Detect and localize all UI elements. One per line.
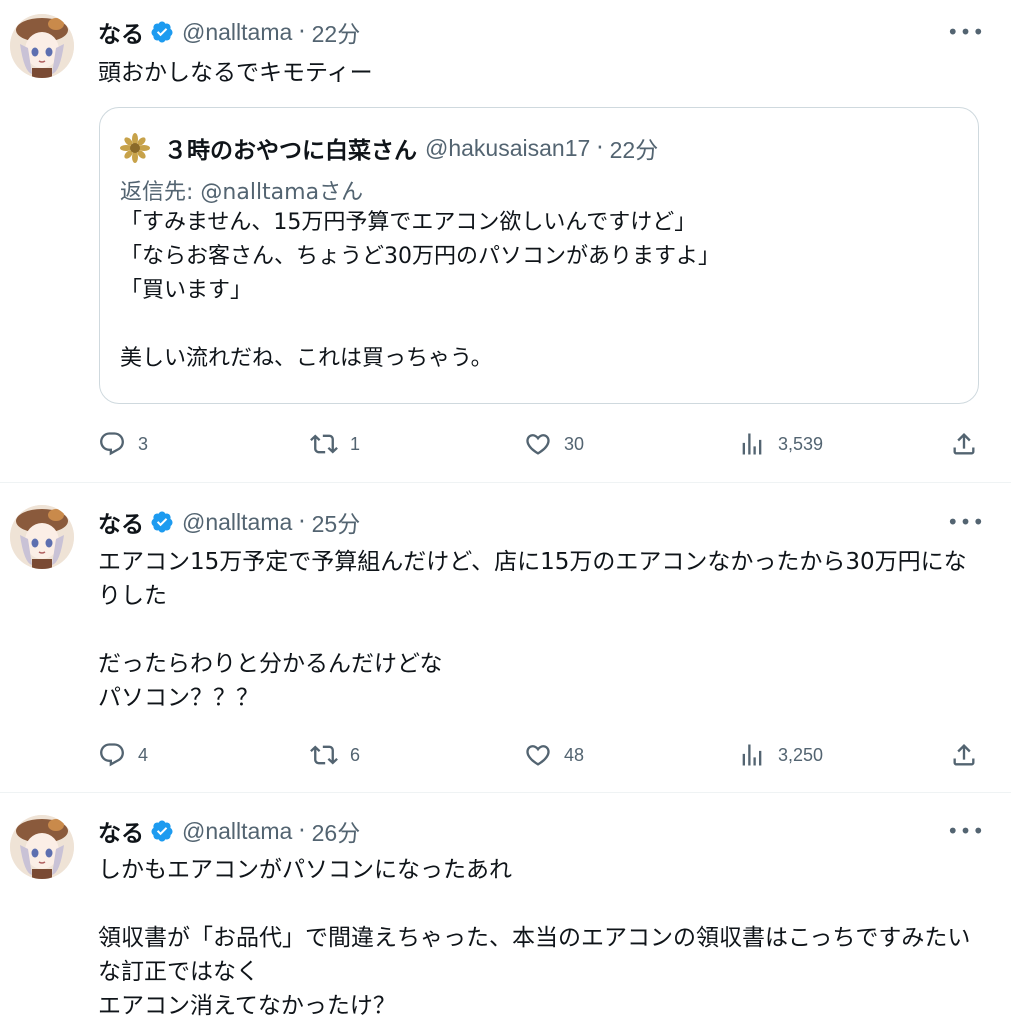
more-options-icon[interactable]: ••• <box>947 815 984 847</box>
retweet-count: 6 <box>350 744 361 765</box>
verified-badge-icon <box>150 20 174 44</box>
reply-count: 4 <box>138 744 149 765</box>
retweet-button[interactable]: 1 <box>310 426 360 462</box>
reply-button[interactable]: 4 <box>98 737 148 773</box>
views-count: 3,250 <box>778 744 824 765</box>
heart-icon <box>526 745 550 766</box>
quote-user-handle[interactable]: @hakusaisan17 <box>425 135 590 162</box>
timestamp[interactable]: 26分 <box>312 814 361 848</box>
retweet-icon <box>310 745 338 765</box>
separator-dot: · <box>298 509 306 535</box>
verified-badge-icon <box>150 819 174 843</box>
like-button[interactable]: 30 <box>524 426 584 462</box>
display-name[interactable]: なる <box>98 505 144 539</box>
avatar[interactable] <box>10 14 74 78</box>
quote-text: 「すみません、15万円予算でエアコン欲しいんですけど」 「ならお客さん、ちょうど… <box>120 210 720 371</box>
like-button[interactable]: 48 <box>524 737 584 773</box>
heart-icon <box>526 434 550 455</box>
reply-button[interactable]: 3 <box>98 426 148 462</box>
avatar[interactable] <box>10 815 74 879</box>
like-count: 30 <box>564 433 585 454</box>
tweet-1[interactable]: なる @nalltama · 22分 ••• 頭おかしなるでキモティー ３時のお… <box>0 0 1011 483</box>
tweet-text: 頭おかしなるでキモティー <box>98 60 373 86</box>
user-handle[interactable]: @nalltama <box>182 19 292 46</box>
tweet-header: なる @nalltama · 25分 <box>98 504 360 540</box>
views-count: 3,539 <box>778 433 824 454</box>
quote-header: ３時のおやつに白菜さん @hakusaisan17 · 22分 <box>120 130 658 166</box>
avatar[interactable] <box>120 133 150 163</box>
user-handle[interactable]: @nalltama <box>182 818 292 845</box>
tweet-text: エアコン15万予定で予算組んだけど、店に15万のエアコンなかったから30万円にな… <box>98 549 967 711</box>
tweet-2[interactable]: なる @nalltama · 25分 ••• エアコン15万予定で予算組んだけど… <box>0 483 1011 793</box>
tweet-3[interactable]: なる @nalltama · 26分 ••• しかもエアコンがパソコンになったあ… <box>0 793 1011 1033</box>
verified-badge-icon <box>150 510 174 534</box>
retweet-count: 1 <box>350 433 361 454</box>
quote-display-name[interactable]: ３時のおやつに白菜さん <box>164 131 417 165</box>
separator-dot: · <box>298 818 306 844</box>
reply-icon <box>100 432 124 456</box>
quoted-tweet[interactable]: ３時のおやつに白菜さん @hakusaisan17 · 22分 返信先: @na… <box>99 107 979 404</box>
separator-dot: · <box>596 135 604 161</box>
user-handle[interactable]: @nalltama <box>182 509 292 536</box>
more-options-icon[interactable]: ••• <box>947 506 984 538</box>
tweet-actions: 4 6 48 3,250 <box>98 737 988 773</box>
more-options-icon[interactable]: ••• <box>947 16 984 48</box>
display-name[interactable]: なる <box>98 814 144 848</box>
like-count: 48 <box>564 744 585 765</box>
tweet-header: なる @nalltama · 22分 <box>98 14 360 50</box>
views-button[interactable]: 3,250 <box>738 737 823 773</box>
reply-count: 3 <box>138 433 149 454</box>
tweet-text: しかもエアコンがパソコンになったあれ 領収書が「お品代」で間違えちゃった、本当の… <box>98 857 971 1019</box>
tweet-header: なる @nalltama · 26分 <box>98 813 360 849</box>
timestamp[interactable]: 25分 <box>312 505 361 539</box>
share-icon <box>953 744 975 766</box>
retweet-icon <box>310 434 338 454</box>
separator-dot: · <box>298 19 306 45</box>
analytics-icon <box>742 433 762 455</box>
views-button[interactable]: 3,539 <box>738 426 823 462</box>
retweet-button[interactable]: 6 <box>310 737 360 773</box>
share-button[interactable] <box>950 737 978 773</box>
display-name[interactable]: なる <box>98 15 144 49</box>
timestamp[interactable]: 22分 <box>312 15 361 49</box>
reply-to-label[interactable]: 返信先: @nalltamaさん <box>120 174 363 206</box>
share-icon <box>953 433 975 455</box>
tweet-actions: 3 1 30 3,539 <box>98 426 988 462</box>
share-button[interactable] <box>950 426 978 462</box>
avatar[interactable] <box>10 505 74 569</box>
analytics-icon <box>742 744 762 766</box>
quote-timestamp[interactable]: 22分 <box>610 131 659 165</box>
reply-icon <box>100 743 124 767</box>
